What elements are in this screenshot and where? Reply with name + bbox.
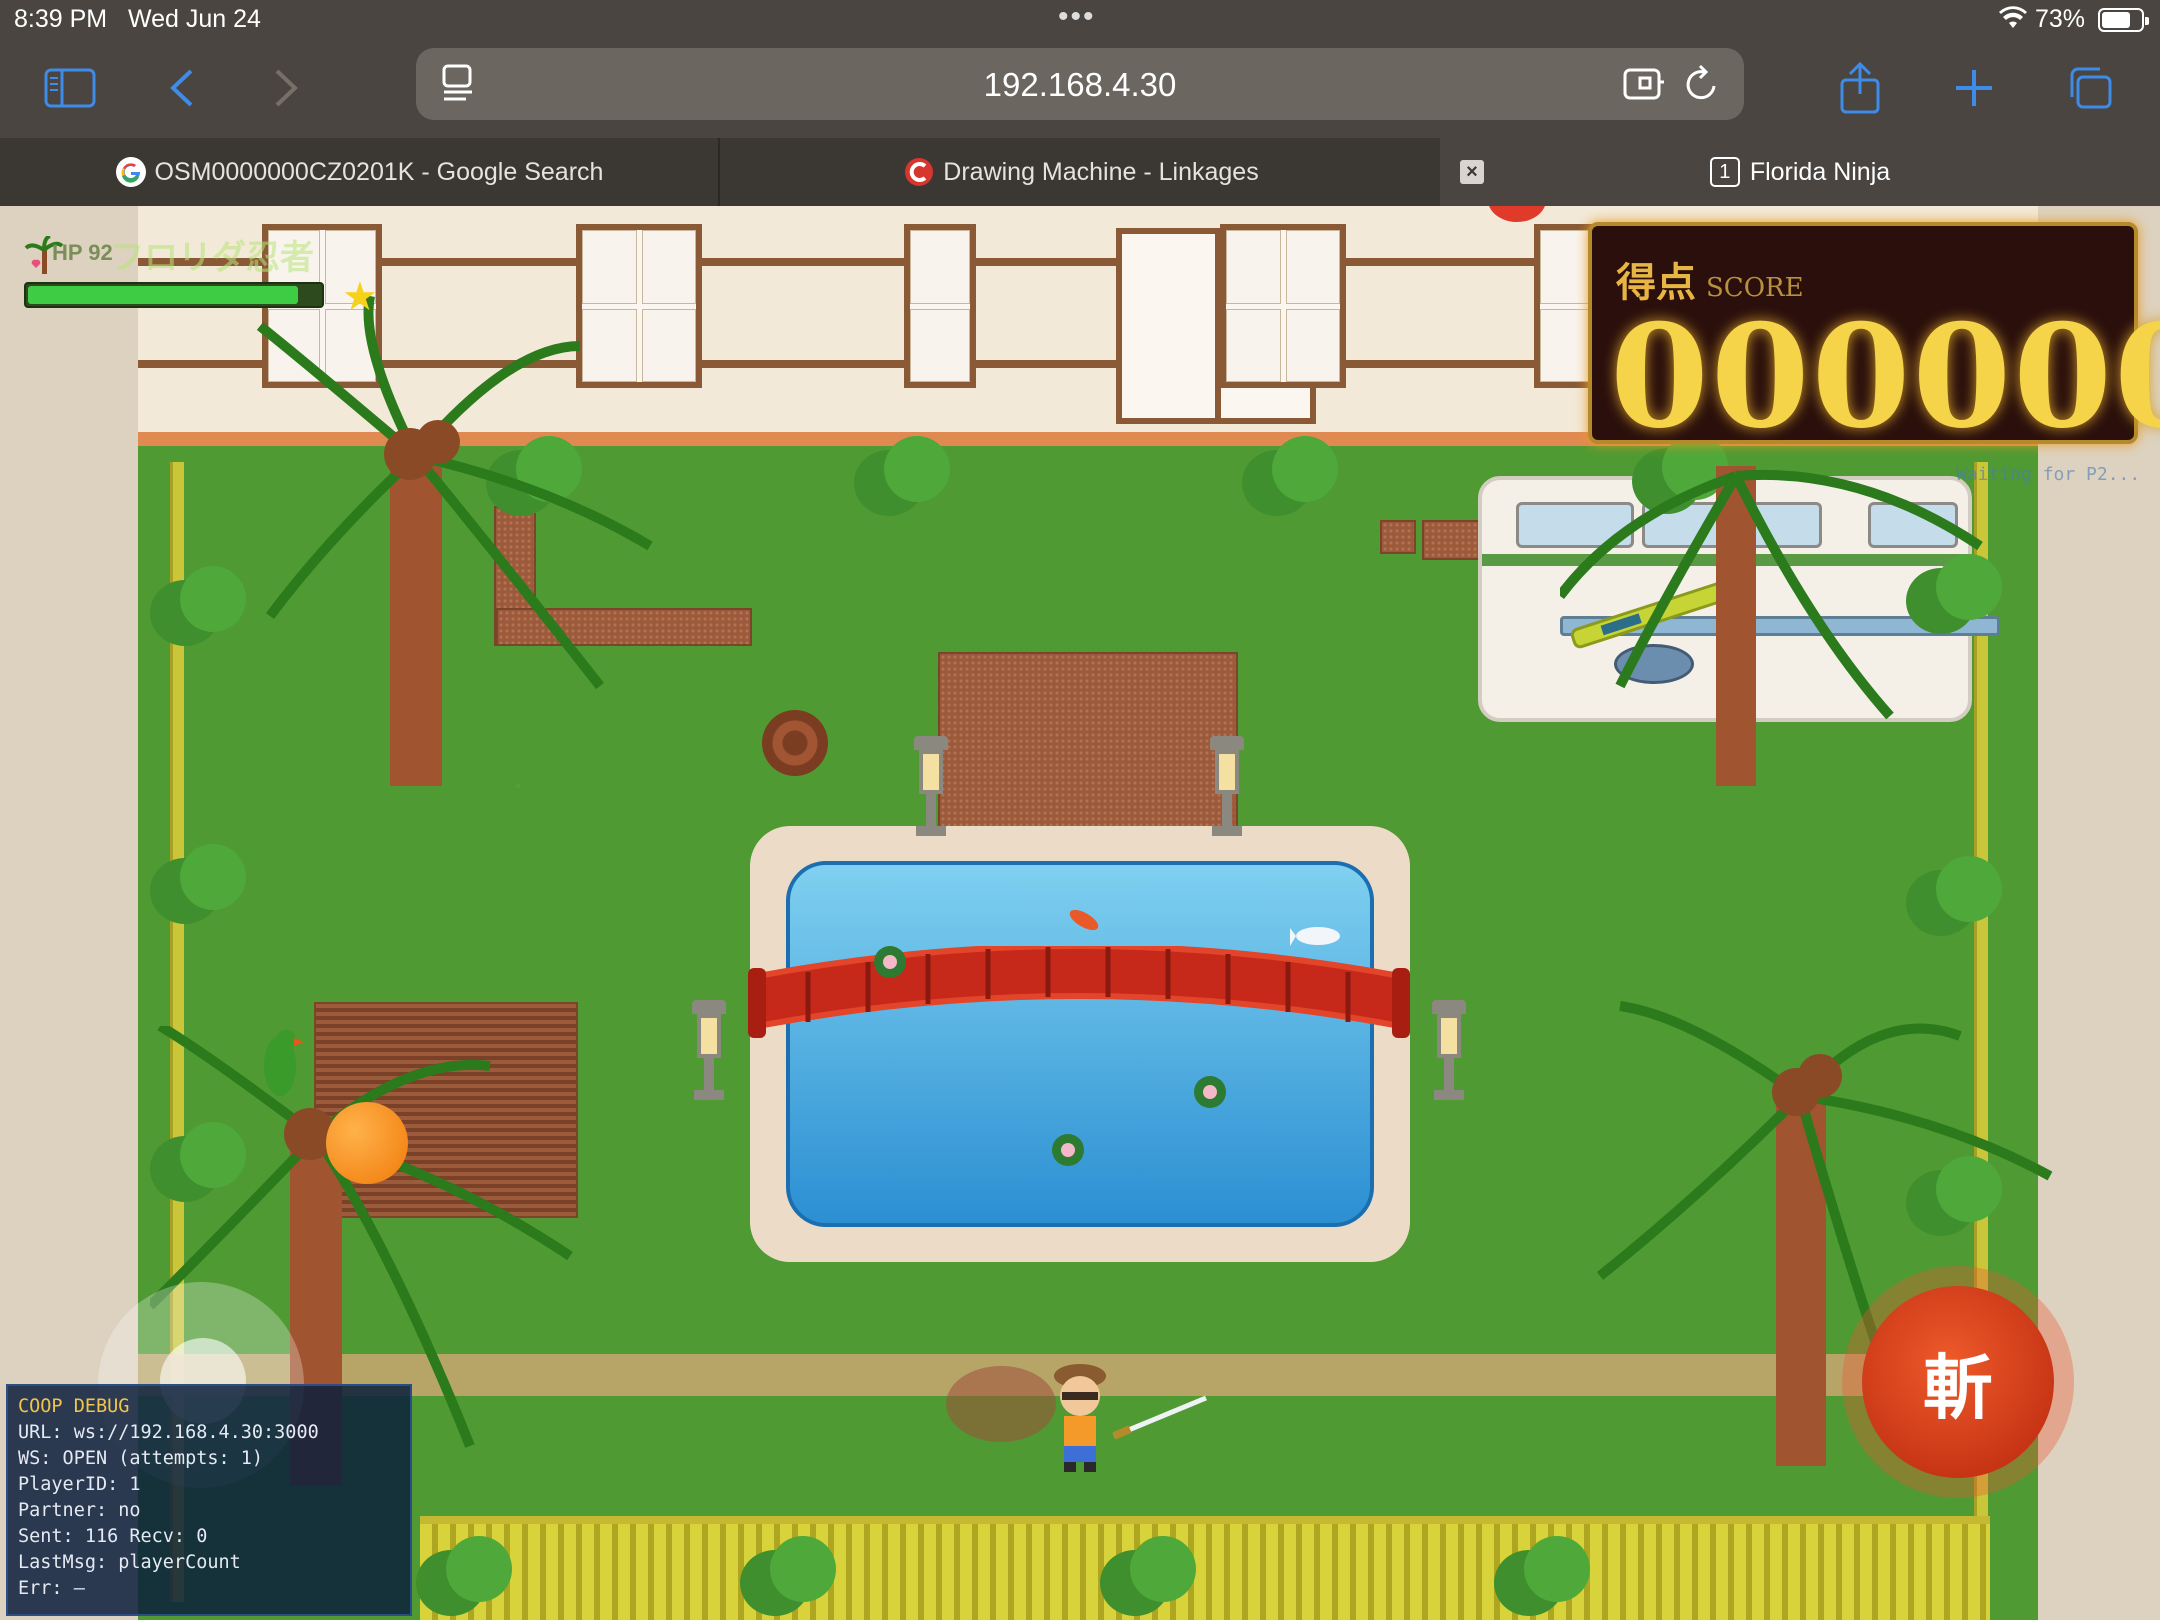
score-value: 000000 <box>1610 294 2160 460</box>
battery-icon <box>2098 8 2149 32</box>
star-icon: ★ <box>342 275 378 319</box>
tabs-overview-icon[interactable] <box>2060 58 2120 118</box>
shoji-window <box>904 224 976 388</box>
orange-fruit[interactable] <box>326 1102 408 1184</box>
close-tab-icon[interactable]: × <box>1460 160 1484 184</box>
multitasking-dots-icon[interactable]: ••• <box>1058 0 1096 34</box>
tab-drawing-machine[interactable]: Drawing Machine - Linkages <box>722 138 1440 206</box>
debug-line: URL: ws://192.168.4.30:3000 <box>18 1422 319 1443</box>
fish-icon <box>1290 927 1340 946</box>
stone-lantern <box>692 1000 726 1100</box>
bush <box>740 1536 836 1618</box>
bush <box>1906 856 2002 938</box>
debug-line: Err: – <box>18 1578 85 1599</box>
palm-tree <box>256 295 653 786</box>
linkages-icon <box>905 158 934 186</box>
bush <box>150 566 246 648</box>
debug-line: LastMsg: playerCount <box>18 1552 241 1573</box>
debug-line: PlayerID: 1 <box>18 1474 141 1495</box>
stone-lantern <box>914 736 948 836</box>
forward-icon[interactable] <box>256 58 316 118</box>
tab-florida-ninja[interactable]: × 1 Florida Ninja <box>1440 138 2160 206</box>
soil-patch <box>1380 520 1416 554</box>
debug-title: COOP DEBUG <box>18 1396 130 1417</box>
katana-icon <box>1112 1395 1207 1440</box>
sidebar-icon[interactable] <box>40 58 100 118</box>
extensions-icon[interactable] <box>1622 64 1666 109</box>
back-icon[interactable] <box>152 58 212 118</box>
status-time: 8:39 PM <box>14 5 108 33</box>
palm-tree <box>1560 466 1983 786</box>
coop-debug-panel: COOP DEBUG URL: ws://192.168.4.30:3000 W… <box>6 1384 412 1616</box>
hp-label: HP 92 <box>52 240 113 265</box>
screen: 8:39 PM Wed Jun 24 ••• 73% 192.168.4.30 <box>0 0 2160 1620</box>
battery-percent: 73% <box>2035 5 2086 33</box>
tab-label: Drawing Machine - Linkages <box>943 157 1259 186</box>
browser-toolbar: 192.168.4.30 <box>0 40 2160 138</box>
stone-lantern <box>1432 1000 1466 1100</box>
battery-fill <box>2102 12 2130 28</box>
slash-button[interactable]: 斬 <box>1862 1286 2054 1478</box>
parrot-icon <box>264 1030 304 1096</box>
status-date: Wed Jun 24 <box>128 5 261 33</box>
bush <box>1494 1536 1590 1618</box>
bush <box>1100 1536 1196 1618</box>
debug-line: Partner: no <box>18 1500 141 1521</box>
lily-pad-icon <box>1052 1134 1084 1166</box>
address-bar[interactable]: 192.168.4.30 <box>416 48 1744 120</box>
debug-line: WS: OPEN (attempts: 1) <box>18 1448 264 1469</box>
bush <box>1242 436 1338 518</box>
bush <box>854 436 950 518</box>
red-object <box>1488 206 1546 222</box>
waiting-text: Waiting for P2... <box>1956 464 2141 485</box>
wifi-icon <box>1998 6 2028 37</box>
lily-pad-icon <box>874 946 906 978</box>
url-text: 192.168.4.30 <box>983 66 1177 103</box>
stone-lantern <box>1210 736 1244 836</box>
soil-patch <box>938 652 1238 832</box>
score-panel: 得点 SCORE 000000 <box>1588 222 2160 460</box>
debug-line: Sent: 116 Recv: 0 <box>18 1526 208 1547</box>
soil-patch <box>1422 520 1484 560</box>
bamboo-fence <box>420 1516 1990 1620</box>
tab-bar: OSM0000000CZ0201K - Google Search Drawin… <box>0 138 2160 206</box>
red-bridge <box>748 946 1410 1038</box>
bush <box>150 844 246 926</box>
reload-icon[interactable] <box>1682 62 1722 111</box>
tab-count-badge: 1 <box>1709 157 1740 187</box>
new-tab-icon[interactable] <box>1944 58 2004 118</box>
share-icon[interactable] <box>1830 58 1890 118</box>
bush <box>416 1536 512 1618</box>
hp-bar-fill <box>28 286 299 304</box>
koi-icon <box>1069 909 1099 931</box>
wood-stump <box>762 710 828 776</box>
tab-label: OSM0000000CZ0201K - Google Search <box>154 157 604 186</box>
google-icon <box>115 157 146 187</box>
hp-bar <box>24 282 324 308</box>
shoji-window <box>1220 224 1346 388</box>
status-bar: 8:39 PM Wed Jun 24 ••• 73% <box>0 0 2160 40</box>
tab-google-search[interactable]: OSM0000000CZ0201K - Google Search <box>0 138 720 206</box>
lily-pad-icon <box>1194 1076 1226 1108</box>
tab-label: Florida Ninja <box>1749 157 1891 186</box>
game-canvas[interactable]: フロリダ忍者 HP 92 ★ 得点 SCORE 000000 Waiting fo… <box>0 206 2160 1620</box>
target-marker <box>946 1366 1056 1442</box>
game-title: フロリダ忍者 <box>110 239 314 277</box>
